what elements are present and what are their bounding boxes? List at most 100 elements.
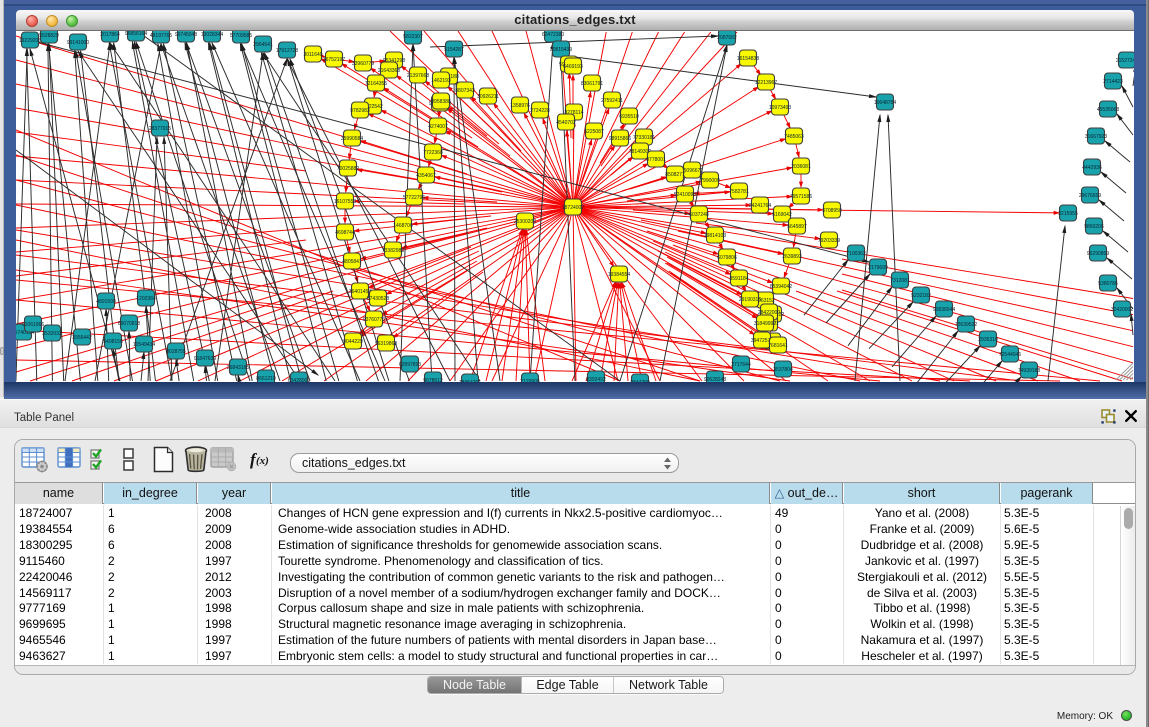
svg-text:7100362: 7100362 — [846, 251, 866, 257]
svg-text:4354067: 4354067 — [416, 173, 436, 179]
svg-text:83061791: 83061791 — [581, 81, 603, 87]
svg-text:9860206: 9860206 — [1084, 224, 1104, 230]
svg-text:27592411: 27592411 — [601, 98, 623, 104]
svg-text:9078612: 9078612 — [423, 378, 443, 382]
svg-text:16154838: 16154838 — [737, 56, 759, 62]
svg-text:18724007: 18724007 — [562, 205, 584, 211]
svg-text:20815439: 20815439 — [550, 47, 572, 53]
svg-text:6469193: 6469193 — [563, 64, 583, 70]
svg-text:10973493: 10973493 — [769, 105, 791, 111]
svg-text:8958388: 8958388 — [431, 99, 451, 105]
svg-text:5380786: 5380786 — [1098, 281, 1118, 287]
svg-text:8807342: 8807342 — [455, 88, 475, 94]
svg-text:3532032: 3532032 — [42, 331, 62, 337]
svg-text:(x): (x) — [256, 455, 269, 467]
svg-text:2179699: 2179699 — [868, 265, 888, 271]
svg-text:17912728: 17912728 — [276, 48, 298, 54]
svg-text:98915866: 98915866 — [609, 136, 631, 142]
svg-text:4442936: 4442936 — [1082, 165, 1102, 171]
svg-text:4540702: 4540702 — [556, 120, 576, 126]
svg-text:5232182: 5232182 — [911, 293, 931, 299]
svg-text:9778001: 9778001 — [646, 157, 666, 163]
svg-text:4805841: 4805841 — [342, 259, 362, 265]
svg-text:48197765: 48197765 — [150, 33, 172, 39]
svg-text:6079806: 6079806 — [717, 255, 737, 261]
svg-text:93760773: 93760773 — [363, 317, 385, 323]
svg-text:96319863: 96319863 — [375, 341, 397, 347]
svg-text:52410090: 52410090 — [674, 192, 696, 198]
svg-text:3537804: 3537804 — [773, 367, 793, 373]
svg-text:2036081: 2036081 — [791, 164, 811, 170]
svg-text:57709585: 57709585 — [230, 33, 252, 39]
svg-text:45535068: 45535068 — [1097, 107, 1119, 113]
svg-text:6935510: 6935510 — [619, 114, 639, 120]
svg-text:90836544: 90836544 — [933, 307, 955, 313]
svg-text:73382988: 73382988 — [382, 248, 404, 254]
svg-text:1462193: 1462193 — [431, 78, 451, 84]
svg-text:1468706: 1468706 — [393, 223, 413, 229]
svg-text:12213967: 12213967 — [755, 80, 777, 86]
svg-text:2639893: 2639893 — [782, 254, 802, 260]
svg-text:74939188: 74939188 — [1018, 368, 1040, 374]
svg-text:96290869: 96290869 — [1087, 251, 1109, 257]
svg-text:21643368: 21643368 — [378, 68, 400, 74]
svg-text:77330181: 77330181 — [633, 135, 655, 141]
svg-text:96856164: 96856164 — [125, 31, 147, 37]
svg-text:89070818: 89070818 — [118, 321, 140, 327]
svg-text:28377915: 28377915 — [149, 126, 171, 132]
svg-text:10648784: 10648784 — [874, 100, 896, 106]
svg-text:5037248: 5037248 — [689, 212, 709, 218]
svg-text:5225087: 5225087 — [584, 129, 604, 135]
svg-text:32420002: 32420002 — [1111, 307, 1133, 313]
svg-text:21397668: 21397668 — [407, 73, 429, 79]
svg-text:1202384: 1202384 — [136, 296, 156, 302]
svg-text:72164355: 72164355 — [365, 81, 387, 87]
svg-text:5169042: 5169042 — [772, 212, 792, 218]
svg-text:7681641: 7681641 — [768, 343, 788, 349]
svg-text:1358976: 1358976 — [510, 103, 530, 109]
svg-text:57722796: 57722796 — [403, 195, 425, 201]
svg-text:3956442: 3956442 — [72, 335, 92, 341]
svg-text:4274007: 4274007 — [428, 124, 448, 130]
svg-text:24241764: 24241764 — [749, 203, 771, 209]
svg-text:29190316: 29190316 — [739, 297, 761, 303]
svg-text:61061966: 61061966 — [22, 322, 44, 328]
svg-text:9044229: 9044229 — [343, 339, 363, 345]
svg-text:2964541: 2964541 — [253, 42, 273, 48]
svg-text:5154287: 5154287 — [444, 47, 464, 53]
svg-text:8392492: 8392492 — [586, 377, 606, 382]
svg-text:2017864: 2017864 — [100, 32, 120, 38]
svg-text:85394042: 85394042 — [770, 284, 792, 290]
svg-text:7485063: 7485063 — [784, 134, 804, 140]
svg-text:29676659: 29676659 — [1079, 193, 1101, 199]
svg-text:3215955: 3215955 — [1058, 211, 1078, 217]
svg-text:5408156: 5408156 — [103, 339, 123, 345]
svg-text:62897893: 62897893 — [399, 362, 421, 368]
svg-text:36752197: 36752197 — [323, 57, 345, 63]
svg-text:7722368: 7722368 — [423, 150, 443, 156]
svg-text:25300203: 25300203 — [514, 219, 536, 225]
svg-text:2724228: 2724228 — [530, 108, 550, 114]
svg-text:36401454: 36401454 — [349, 289, 371, 295]
svg-text:13028344: 13028344 — [201, 32, 223, 38]
svg-text:2935310: 2935310 — [978, 337, 998, 343]
svg-text:7312081: 7312081 — [890, 278, 910, 284]
svg-text:3011649: 3011649 — [303, 52, 322, 58]
svg-text:63428001: 63428001 — [288, 378, 310, 382]
svg-text:2087682: 2087682 — [717, 35, 737, 41]
svg-text:19814103: 19814103 — [704, 233, 726, 239]
svg-text:16107553: 16107553 — [334, 199, 356, 205]
svg-text:9782983: 9782983 — [350, 108, 370, 114]
svg-text:4891590: 4891590 — [96, 299, 116, 305]
svg-text:4698744: 4698744 — [335, 230, 355, 236]
svg-text:90628248: 90628248 — [704, 377, 726, 382]
svg-text:35990584: 35990584 — [341, 136, 363, 142]
svg-text:3591184: 3591184 — [729, 276, 748, 282]
svg-text:30926211: 30926211 — [477, 94, 499, 100]
svg-text:2717644: 2717644 — [731, 362, 751, 368]
svg-text:2844290: 2844290 — [630, 380, 650, 382]
svg-text:5528829: 5528829 — [39, 33, 59, 39]
svg-text:7990009: 7990009 — [700, 178, 720, 184]
svg-text:19229206: 19229206 — [19, 38, 41, 44]
svg-text:99141000: 99141000 — [67, 40, 89, 46]
